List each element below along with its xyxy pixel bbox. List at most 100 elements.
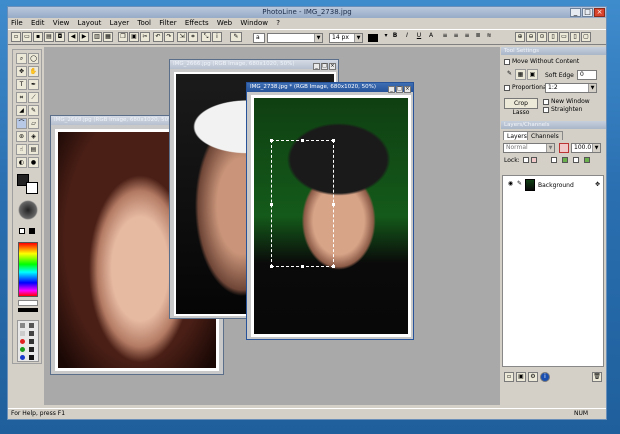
info-icon[interactable]: i <box>212 32 222 42</box>
doc-maximize-icon[interactable]: □ <box>321 63 328 70</box>
align-center-icon[interactable]: ≡ <box>451 32 461 42</box>
shape-tool-icon[interactable]: ◢ <box>16 105 27 116</box>
palette-near-black[interactable] <box>29 339 34 344</box>
selection-handle[interactable] <box>270 265 273 268</box>
new-file-icon[interactable]: ▫ <box>11 32 21 42</box>
menu-layout[interactable]: Layout <box>75 18 105 28</box>
fullscreen-icon[interactable]: ▢ <box>581 32 591 42</box>
font-size-select[interactable]: 14 px ▼ <box>329 33 363 43</box>
soft-edge-input[interactable]: 0 <box>577 70 597 80</box>
panel-toggle-icon[interactable]: ▯ <box>570 32 580 42</box>
menu-view[interactable]: View <box>50 18 73 28</box>
menu-file[interactable]: File <box>8 18 26 28</box>
maximize-button[interactable]: □ <box>582 8 593 17</box>
doc-maximize-icon[interactable]: □ <box>396 86 403 93</box>
small-swatch-1[interactable] <box>19 228 25 234</box>
align-right-icon[interactable]: ≡ <box>462 32 472 42</box>
menu-web[interactable]: Web <box>214 18 235 28</box>
small-swatch-2[interactable] <box>29 228 35 234</box>
redo-icon[interactable]: ↷ <box>164 32 174 42</box>
doc-close-icon[interactable]: × <box>404 86 411 93</box>
move-tool-icon[interactable]: ✥ <box>16 66 27 77</box>
printer-icon[interactable]: ▦ <box>103 32 113 42</box>
brush-tool-icon[interactable]: ✎ <box>28 105 39 116</box>
palette-charcoal[interactable] <box>29 331 34 336</box>
layer-mask-icon[interactable] <box>559 143 569 153</box>
title-bar[interactable]: PhotoLine - IMG_2738.jpg _ □ × <box>8 7 606 18</box>
sponge-tool-icon[interactable]: ● <box>28 157 39 168</box>
resize-icon[interactable]: ⇲ <box>177 32 187 42</box>
copy-icon[interactable]: ❐ <box>118 32 128 42</box>
palette-green[interactable] <box>20 347 25 352</box>
white-strip[interactable] <box>18 300 38 306</box>
doc-minimize-icon[interactable]: _ <box>388 86 395 93</box>
dodge-tool-icon[interactable]: ◐ <box>16 157 27 168</box>
selection-handle[interactable] <box>332 139 335 142</box>
outline-text-button[interactable]: A <box>426 32 436 42</box>
justify-icon[interactable]: ≣ <box>473 32 483 42</box>
lasso-tool-icon[interactable]: ⌒ <box>16 118 27 129</box>
zoom-tool-icon[interactable]: ⌕ <box>16 53 27 64</box>
lock-all-checkbox[interactable] <box>562 157 568 163</box>
palette-black-1[interactable] <box>29 347 34 352</box>
brush-icon[interactable]: ✎ <box>230 32 242 42</box>
color-palette-grid[interactable] <box>17 320 39 362</box>
back-arrow-icon[interactable]: ◀ <box>68 32 78 42</box>
straighten-checkbox[interactable] <box>543 107 549 113</box>
scanner-icon[interactable]: ▥ <box>92 32 102 42</box>
text-spacing-icon[interactable]: ≋ <box>484 32 494 42</box>
palette-blue[interactable] <box>20 355 25 360</box>
page-icon[interactable]: ▯ <box>548 32 558 42</box>
crop-lasso-button[interactable]: Crop Lasso <box>504 98 538 116</box>
tool-settings-header[interactable]: Tool Settings <box>501 47 606 55</box>
lock-layer-checkbox[interactable] <box>573 157 579 163</box>
selection-handle[interactable] <box>270 203 273 206</box>
ellipse-tool-icon[interactable]: ◯ <box>28 53 39 64</box>
layer-edit-icon[interactable]: ✎ <box>514 179 525 190</box>
crop-icon[interactable]: ⌗ <box>188 32 198 42</box>
selection-handle[interactable] <box>301 139 304 142</box>
minimize-button[interactable]: _ <box>570 8 581 17</box>
bold-button[interactable]: B <box>390 32 400 42</box>
doc-close-icon[interactable]: × <box>329 63 336 70</box>
document-workspace[interactable]: IMG_2668.jpg (RGB Image, 680x1020, 50%) … <box>44 47 500 405</box>
blend-mode-select[interactable]: Normal ▼ <box>503 143 555 153</box>
close-button[interactable]: × <box>594 8 605 17</box>
layer-effects-icon[interactable]: ⚙ <box>528 372 538 382</box>
ratio-select[interactable]: 1:2 ▼ <box>545 83 597 93</box>
lock-transparency-checkbox[interactable] <box>523 157 529 163</box>
lock-position-checkbox[interactable] <box>551 157 557 163</box>
menu-tool[interactable]: Tool <box>134 18 154 28</box>
forward-arrow-icon[interactable]: ▶ <box>79 32 89 42</box>
eyedropper-tool-icon[interactable]: ⟋ <box>28 92 39 103</box>
photo-woman-fur-hat[interactable] <box>251 95 411 337</box>
palette-black-2[interactable] <box>29 355 34 360</box>
selection-handle[interactable] <box>301 265 304 268</box>
eraser-tool-icon[interactable]: ▱ <box>28 118 39 129</box>
menu-effects[interactable]: Effects <box>182 18 212 28</box>
text-color-swatch[interactable] <box>368 34 378 42</box>
background-color-swatch[interactable] <box>26 182 38 194</box>
text-tool-icon[interactable]: T <box>16 79 27 90</box>
open-folder-icon[interactable]: ▭ <box>22 32 32 42</box>
font-icon[interactable]: a <box>253 33 265 43</box>
zoom-in-icon[interactable]: ⊕ <box>515 32 525 42</box>
palette-red[interactable] <box>20 339 25 344</box>
palette-gray[interactable] <box>20 323 25 328</box>
color-spectrum-picker[interactable] <box>18 242 38 297</box>
menu-layer[interactable]: Layer <box>107 18 133 28</box>
font-family-select[interactable]: ▼ <box>267 33 323 43</box>
italic-button[interactable]: I <box>402 32 412 42</box>
pen-icon[interactable]: ✎ <box>504 69 515 80</box>
square-icon[interactable]: ▣ <box>527 69 538 80</box>
pen-tool-icon[interactable]: ✒ <box>28 79 39 90</box>
window-arrange-icon[interactable]: ▭ <box>559 32 569 42</box>
opacity-field[interactable]: 100.0 % ▼ <box>571 143 601 153</box>
camera-icon[interactable]: ◘ <box>55 32 65 42</box>
palette-light-gray[interactable] <box>20 331 25 336</box>
grid-icon[interactable]: ▦ <box>515 69 526 80</box>
layer-info-icon[interactable]: i <box>540 372 550 382</box>
selection-handle[interactable] <box>270 139 273 142</box>
move-without-content-checkbox[interactable] <box>504 59 510 65</box>
tab-channels[interactable]: Channels <box>527 131 563 140</box>
